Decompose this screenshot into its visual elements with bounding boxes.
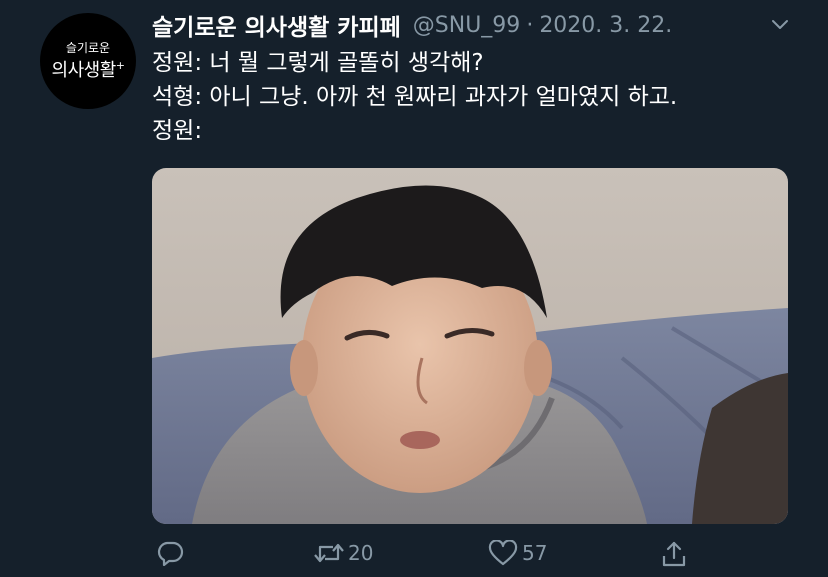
like-button[interactable]: 57 [488, 540, 547, 566]
display-name[interactable]: 슬기로운 의사생활 카피페 [152, 8, 401, 42]
tweet-image[interactable] [152, 168, 788, 524]
reply-button[interactable] [156, 540, 184, 566]
avatar-text-mark: + [115, 59, 125, 72]
share-icon [662, 541, 686, 567]
avatar-text-title: 의사생활 [51, 60, 117, 81]
retweet-icon [314, 543, 344, 563]
heart-icon [488, 540, 518, 566]
retweet-count: 20 [348, 541, 374, 565]
retweet-button[interactable]: 20 [314, 540, 373, 566]
photo-illustration [152, 168, 788, 524]
tweet-line: 정원: [152, 118, 203, 144]
chevron-down-icon[interactable] [770, 14, 790, 34]
tweet-text: 정원: 너 뭘 그렇게 골똘히 생각해? 석형: 아니 그냥. 아까 천 원짜리… [152, 46, 677, 148]
tweet: 슬기로운 의사생활+ 슬기로운 의사생활 카피페 @SNU_99 · 2020.… [0, 0, 828, 577]
tweet-line: 정원: 너 뭘 그렇게 골똘히 생각해? [152, 50, 484, 76]
tweet-header: 슬기로운 의사생활 카피페 @SNU_99 · 2020. 3. 22. [152, 8, 672, 42]
tweet-actions: 20 57 [152, 540, 712, 574]
tweet-line: 석형: 아니 그냥. 아까 천 원짜리 과자가 얼마였지 하고. [152, 84, 678, 110]
tweet-date[interactable]: 2020. 3. 22. [539, 13, 672, 38]
avatar[interactable]: 슬기로운 의사생활+ [40, 13, 136, 109]
user-handle[interactable]: @SNU_99 [413, 13, 521, 38]
separator-dot: · [526, 12, 534, 38]
like-count: 57 [522, 541, 548, 565]
reply-icon [157, 541, 184, 566]
avatar-text-main: 의사생활+ [52, 56, 125, 81]
share-button[interactable] [660, 540, 688, 568]
avatar-text-top: 슬기로운 [65, 41, 111, 55]
